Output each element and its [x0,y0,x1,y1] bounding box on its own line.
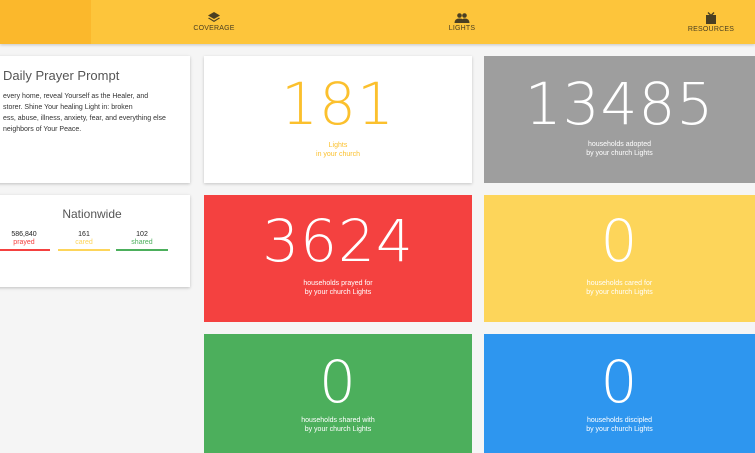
stat-value: 586,840 [11,231,37,238]
nav-left-segment [0,0,91,44]
prompt-line: every home, reveal Yourself as the Heale… [3,93,149,100]
stat-label: shared [131,239,153,246]
people-icon [454,12,470,23]
lights-tile[interactable]: 181 Lights in your church [204,56,472,183]
households-discipled-tile[interactable]: 0 households discipled by your church Li… [484,334,755,453]
cared-count: 0 [600,207,639,275]
caption-line: in your church [316,151,360,158]
caption-line: households prayed for [303,280,373,287]
prompt-line: storer. Shine Your healing Light in: bro… [3,104,133,111]
stat-label: prayed [13,239,35,246]
nav-lights-label: LIGHTS [448,24,476,32]
caption-line: households shared with [301,417,375,424]
prompt-text: every home, reveal Yourself as the Heale… [3,91,193,135]
nationwide-card: Nationwide 586,840 prayed 161 cared 102 … [0,195,190,287]
caption-line: Lights [328,142,348,149]
prompt-line: ess, abuse, illness, anxiety, fear, and … [3,115,166,122]
caption-line: by your church Lights [304,289,372,296]
nav-coverage-label: COVERAGE [193,25,235,32]
nav-coverage[interactable]: COVERAGE [172,0,256,44]
nationwide-stat-cared: 161 cared [58,231,110,251]
households-shared-tile[interactable]: 0 households shared with by your church … [204,334,472,453]
top-navigation-bar: COVERAGE LIGHTS RESOURCES [0,0,755,44]
caption-line: by your church Lights [586,289,653,296]
caption-line: households discipled [587,417,652,424]
resources-icon [705,11,717,24]
shared-caption: households shared with by your church Li… [204,416,472,434]
households-prayed-tile[interactable]: 3624 households prayed for by your churc… [204,195,472,322]
nationwide-stat-prayed: 586,840 prayed [0,231,50,251]
stat-underline [0,249,50,251]
discipled-count: 0 [600,348,639,416]
daily-prayer-prompt-card: Daily Prayer Prompt every home, reveal Y… [0,56,190,183]
stat-label: cared [75,239,93,246]
prayed-caption: households prayed for by your church Lig… [204,279,472,297]
households-adopted-tile[interactable]: 13485 households adopted by your church … [484,56,755,183]
stat-value: 161 [78,231,90,238]
stat-underline [116,249,168,251]
prompt-title: Daily Prayer Prompt [3,68,120,83]
nav-lights[interactable]: LIGHTS [420,0,504,44]
prayed-count: 3624 [262,207,414,275]
lights-caption: Lights in your church [204,141,472,159]
lights-count: 181 [281,70,395,138]
households-cared-tile[interactable]: 0 households cared for by your church Li… [484,195,755,322]
layers-icon [208,12,220,23]
adopted-caption: households adopted by your church Lights [484,140,755,158]
nationwide-title: Nationwide [62,207,122,221]
shared-count: 0 [319,348,357,416]
nav-resources-label: RESOURCES [687,25,735,33]
caption-line: by your church Lights [586,426,653,433]
cared-caption: households cared for by your church Ligh… [484,279,755,297]
caption-line: households cared for [586,280,653,287]
caption-line: by your church Lights [586,150,653,157]
stat-value: 102 [136,231,148,238]
nationwide-stat-shared: 102 shared [116,231,168,251]
adopted-count: 13485 [524,70,715,138]
prompt-line: neighbors of Your Peace. [3,126,82,133]
nav-resources[interactable]: RESOURCES [672,0,750,44]
caption-line: by your church Lights [304,426,372,433]
caption-line: households adopted [587,141,652,148]
discipled-caption: households discipled by your church Ligh… [484,416,755,434]
stat-underline [58,249,110,251]
